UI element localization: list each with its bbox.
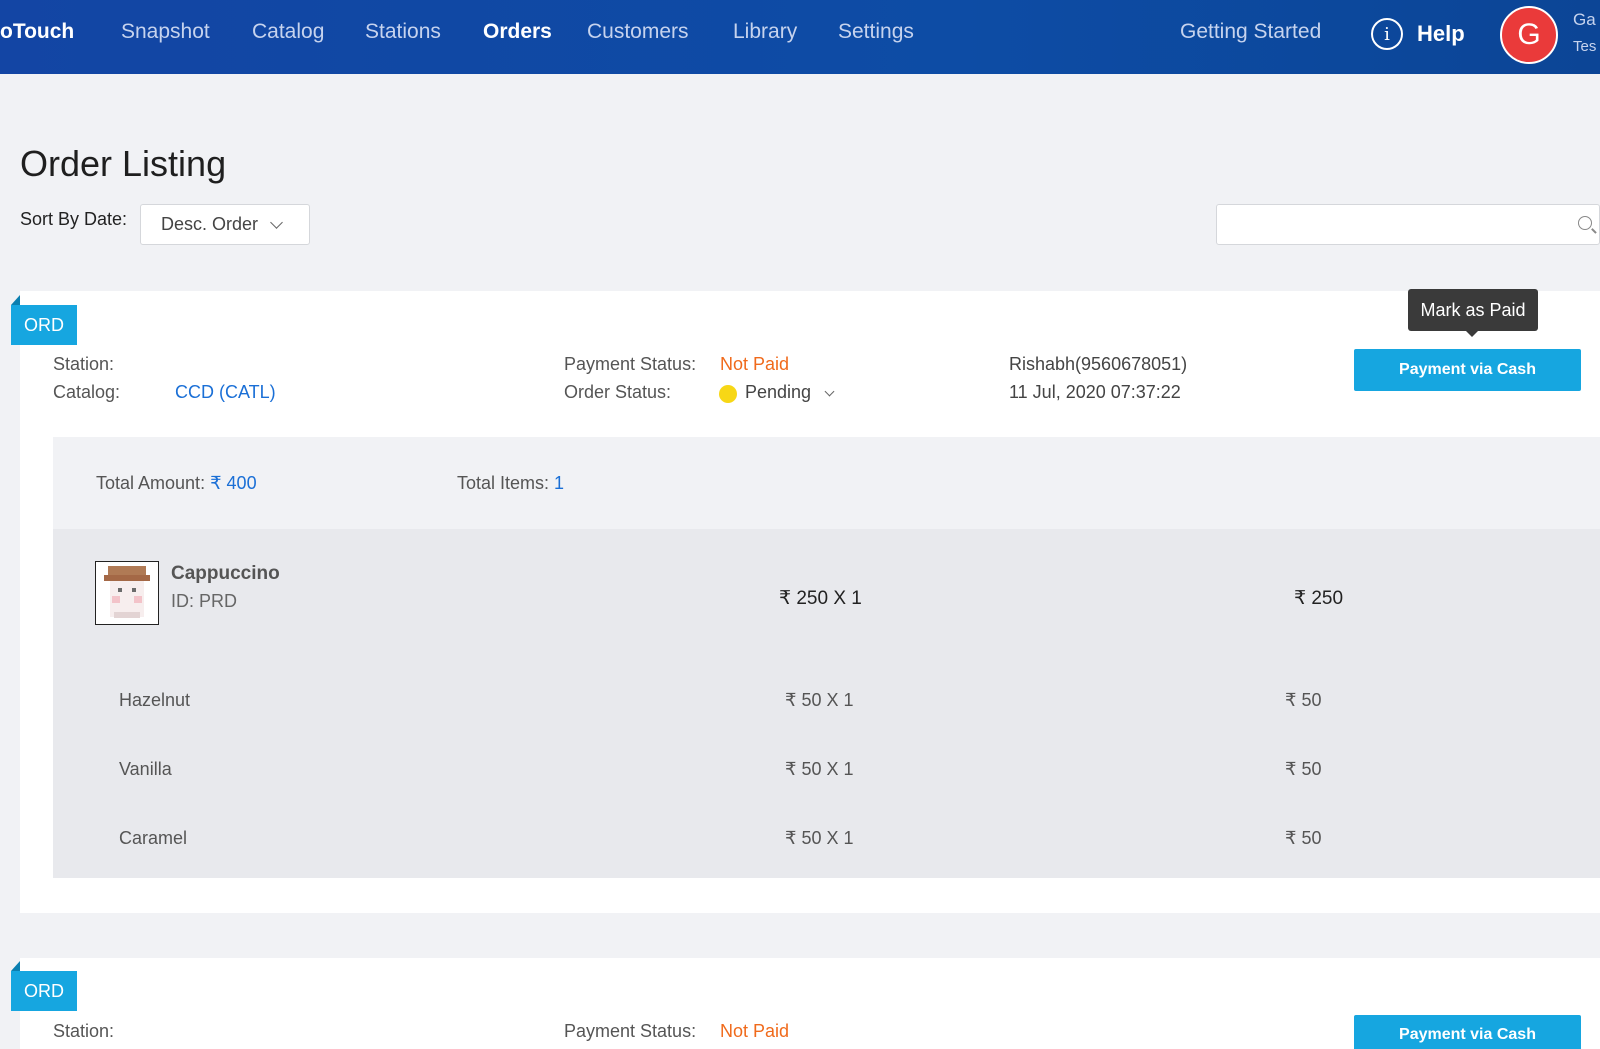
addon-price-qty: ₹ 50 X 1 (785, 828, 854, 848)
nav-library[interactable]: Library (733, 20, 797, 44)
help-label: Help (1417, 21, 1465, 46)
total-items: Total Items: 1 (457, 473, 564, 494)
nav-snapshot[interactable]: Snapshot (121, 20, 210, 44)
page-title: Order Listing (20, 143, 227, 184)
addon-total: ₹ 50 (1285, 828, 1322, 848)
user-subtitle: Tes (1573, 38, 1597, 55)
info-icon: i (1371, 18, 1403, 50)
getting-started-link[interactable]: Getting Started (1180, 20, 1321, 44)
total-amount-label: Total Amount: (96, 473, 206, 493)
station-label: Station: (53, 354, 115, 374)
chevron-down-icon (824, 386, 835, 397)
addon-total: ₹ 50 (1285, 690, 1322, 710)
customer-info: Rishabh(9560678051) (1009, 354, 1188, 374)
payment-status-label: Payment Status: (564, 1021, 697, 1041)
order-status-dropdown[interactable]: Pending (745, 382, 835, 403)
order-summary: Total Amount: ₹ 400 Total Items: 1 (53, 437, 1600, 529)
order-items: Cappuccino ID: PRD ₹ 250 X 1 ₹ 250 Hazel… (53, 529, 1600, 878)
product-total: ₹ 250 (1294, 588, 1344, 609)
total-items-value: 1 (554, 473, 565, 493)
order-tag: ORD (11, 295, 77, 345)
station-label: Station: (53, 1021, 115, 1041)
sort-dropdown[interactable]: Desc. Order (140, 204, 310, 245)
product-id: ID: PRD (171, 591, 238, 611)
payment-via-cash-button[interactable]: Payment via Cash (1354, 349, 1581, 391)
payment-status-value: Not Paid (720, 354, 790, 374)
nav-orders[interactable]: Orders (483, 20, 552, 44)
nav-customers[interactable]: Customers (587, 20, 689, 44)
total-items-label: Total Items: (457, 473, 550, 493)
catalog-link[interactable]: CCD (CATL) (175, 382, 276, 403)
addon-name: Hazelnut (119, 690, 191, 710)
payment-status-label: Payment Status: (564, 354, 697, 374)
avatar[interactable]: G (1500, 6, 1558, 64)
nav-stations[interactable]: Stations (365, 20, 441, 44)
product-name: Cappuccino (171, 563, 280, 584)
catalog-label: Catalog: (53, 382, 121, 402)
brand-logo[interactable]: oTouch (0, 20, 74, 44)
user-name: Ga (1573, 10, 1596, 29)
mark-as-paid-tooltip: Mark as Paid (1408, 289, 1538, 337)
addon-price-qty: ₹ 50 X 1 (785, 690, 854, 710)
addon-name: Vanilla (119, 759, 172, 779)
addon-total: ₹ 50 (1285, 759, 1322, 779)
product-price-qty: ₹ 250 X 1 (779, 588, 862, 609)
addon-price-qty: ₹ 50 X 1 (785, 759, 854, 779)
addon-name: Caramel (119, 828, 188, 848)
payment-status-value: Not Paid (720, 1021, 790, 1041)
order-status-label: Order Status: (564, 382, 672, 402)
pending-status-dot (719, 385, 737, 403)
search-icon[interactable] (1578, 216, 1592, 230)
total-amount: Total Amount: ₹ 400 (96, 473, 257, 494)
search-input[interactable] (1216, 204, 1600, 245)
total-amount-value: ₹ 400 (210, 473, 257, 493)
order-datetime: 11 Jul, 2020 07:37:22 (1009, 382, 1181, 402)
help-button[interactable]: i Help (1371, 18, 1465, 50)
product-image (95, 561, 159, 625)
top-navbar: oTouch Snapshot Catalog Stations Orders … (0, 0, 1600, 74)
order-card: ORD Station: Catalog: CCD (CATL) Payment… (11, 291, 1600, 913)
order-card: ORD Station: Payment Status: Not Paid Pa… (11, 958, 1600, 1049)
order-status-value: Pending (745, 382, 812, 402)
nav-settings[interactable]: Settings (838, 20, 914, 44)
sort-label: Sort By Date: (20, 209, 128, 229)
nav-catalog[interactable]: Catalog (252, 20, 324, 44)
sort-value: Desc. Order (161, 214, 259, 234)
chevron-down-icon (270, 215, 283, 229)
order-tag: ORD (11, 961, 77, 1011)
payment-via-cash-button[interactable]: Payment via Cash (1354, 1015, 1581, 1049)
